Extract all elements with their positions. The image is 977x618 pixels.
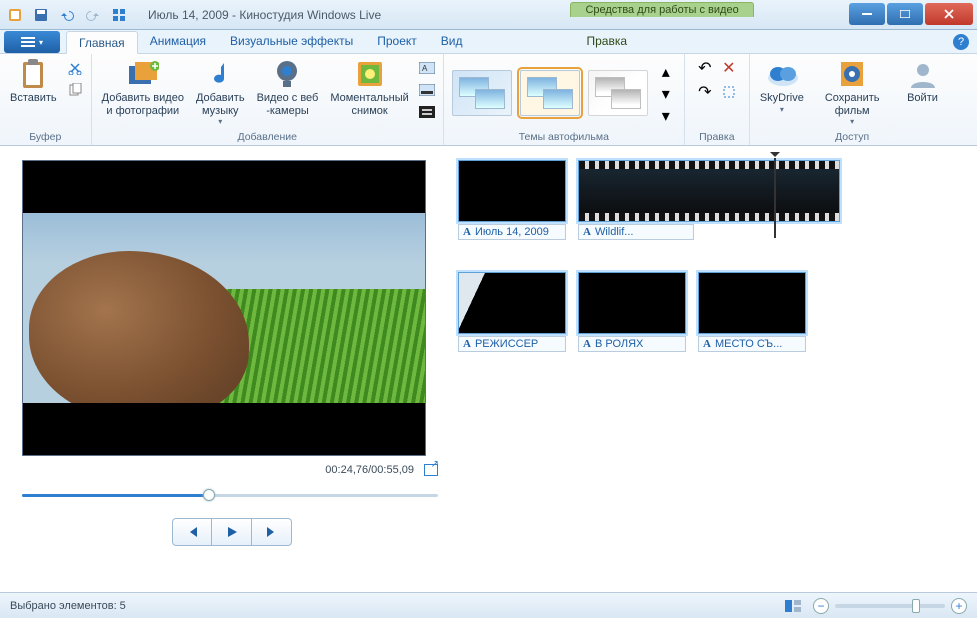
window-minimize-button[interactable] bbox=[849, 3, 885, 25]
zoom-in-button[interactable]: + bbox=[951, 598, 967, 614]
snapshot-button[interactable]: Моментальный снимок bbox=[326, 56, 412, 119]
fullscreen-icon[interactable] bbox=[424, 464, 438, 476]
ribbon-tabs: ▾ Главная Анимация Визуальные эффекты Пр… bbox=[0, 30, 977, 54]
add-title-icon[interactable]: A bbox=[417, 58, 437, 78]
clip-director[interactable]: AРЕЖИССЕР bbox=[458, 272, 566, 352]
tab-effects[interactable]: Визуальные эффекты bbox=[218, 30, 365, 53]
add-media-button[interactable]: Добавить видео и фотографии bbox=[98, 56, 188, 119]
clipboard-icon bbox=[17, 58, 49, 90]
theme-option-3[interactable] bbox=[588, 70, 648, 116]
qat-undo-icon[interactable] bbox=[56, 4, 78, 26]
clip-wildlife[interactable]: AWildlif... bbox=[578, 160, 840, 240]
ribbon: Вставить Буфер Добавить видео и фотограф… bbox=[0, 54, 977, 146]
music-note-icon bbox=[204, 58, 236, 90]
user-icon bbox=[907, 58, 939, 90]
timeline-playhead[interactable] bbox=[774, 158, 776, 238]
tab-view[interactable]: Вид bbox=[429, 30, 475, 53]
add-caption-icon[interactable] bbox=[417, 80, 437, 100]
titlebar: Июль 14, 2009 - Киностудия Windows Live … bbox=[0, 0, 977, 30]
clip-title[interactable]: AИюль 14, 2009 bbox=[458, 160, 566, 240]
workspace: 00:24,76/00:55,09 AИюль 14, 2009 AWildli… bbox=[0, 146, 977, 592]
next-frame-button[interactable] bbox=[252, 518, 292, 546]
preview-pane: 00:24,76/00:55,09 bbox=[0, 146, 452, 592]
seek-slider[interactable] bbox=[22, 486, 438, 504]
add-media-icon bbox=[127, 58, 159, 90]
zoom-control: − + bbox=[813, 598, 967, 614]
clip-location[interactable]: AМЕСТО СЪ... bbox=[698, 272, 806, 352]
storyboard[interactable]: AИюль 14, 2009 AWildlif... AРЕЖИССЕР AВ … bbox=[452, 146, 977, 592]
clip-row-2: AРЕЖИССЕР AВ РОЛЯХ AМЕСТО СЪ... bbox=[458, 272, 965, 352]
paste-button[interactable]: Вставить bbox=[6, 56, 61, 107]
window-close-button[interactable] bbox=[925, 3, 973, 25]
theme-option-1[interactable] bbox=[452, 70, 512, 116]
window-maximize-button[interactable] bbox=[887, 3, 923, 25]
save-movie-button[interactable]: Сохранить фильм▾ bbox=[821, 56, 884, 128]
group-share: SkyDrive▾ Сохранить фильм▾ Войти Доступ bbox=[750, 54, 955, 145]
theme-option-2[interactable] bbox=[520, 70, 580, 116]
prev-frame-button[interactable] bbox=[172, 518, 212, 546]
signin-button[interactable]: Войти bbox=[897, 56, 949, 107]
cut-icon[interactable] bbox=[65, 58, 85, 78]
themes-scroll-up-icon[interactable]: ▴ bbox=[656, 62, 676, 82]
skydrive-button[interactable]: SkyDrive▾ bbox=[756, 56, 808, 116]
add-music-button[interactable]: Добавить музыку▾ bbox=[192, 56, 249, 128]
add-credits-icon[interactable] bbox=[417, 102, 437, 122]
rotate-left-icon[interactable]: ↶ bbox=[695, 58, 715, 78]
snapshot-icon bbox=[354, 58, 386, 90]
svg-text:A: A bbox=[422, 64, 428, 73]
play-button[interactable] bbox=[212, 518, 252, 546]
window-title: Июль 14, 2009 - Киностудия Windows Live bbox=[134, 0, 395, 29]
qat-customize-icon[interactable] bbox=[108, 4, 130, 26]
status-bar: Выбрано элементов: 5 − + bbox=[0, 592, 977, 618]
delete-icon[interactable]: ✕ bbox=[719, 58, 739, 78]
themes-scroll-down-icon[interactable]: ▾ bbox=[656, 84, 676, 104]
select-all-icon[interactable] bbox=[719, 82, 739, 102]
contextual-tab-header: Средства для работы с видео bbox=[570, 0, 753, 29]
preview-player[interactable] bbox=[22, 160, 426, 456]
rotate-right-icon[interactable]: ↷ bbox=[695, 82, 715, 102]
group-themes: ▴ ▾ ▾ Темы автофильма bbox=[444, 54, 685, 145]
skydrive-icon bbox=[766, 58, 798, 90]
zoom-out-button[interactable]: − bbox=[813, 598, 829, 614]
tab-home[interactable]: Главная bbox=[66, 31, 138, 54]
selection-status: Выбрано элементов: 5 bbox=[10, 600, 126, 612]
group-add: Добавить видео и фотографии Добавить муз… bbox=[92, 54, 444, 145]
clip-cast[interactable]: AВ РОЛЯХ bbox=[578, 272, 686, 352]
qat-save-icon[interactable] bbox=[30, 4, 52, 26]
tab-edit-video[interactable]: Правка bbox=[562, 30, 651, 53]
tab-project[interactable]: Проект bbox=[365, 30, 429, 53]
group-edit: ↶✕ ↷ Правка bbox=[685, 54, 750, 145]
clip-row-1: AИюль 14, 2009 AWildlif... bbox=[458, 160, 965, 240]
copy-icon[interactable] bbox=[65, 80, 85, 100]
view-toggle-icon[interactable] bbox=[783, 596, 803, 616]
film-reel-icon bbox=[836, 58, 868, 90]
tab-animation[interactable]: Анимация bbox=[138, 30, 218, 53]
webcam-icon bbox=[271, 58, 303, 90]
group-buffer: Вставить Буфер bbox=[0, 54, 92, 145]
themes-expand-icon[interactable]: ▾ bbox=[656, 106, 676, 126]
qat-redo-icon[interactable] bbox=[82, 4, 104, 26]
zoom-slider[interactable] bbox=[835, 604, 945, 608]
time-display: 00:24,76/00:55,09 bbox=[325, 464, 414, 476]
help-icon[interactable]: ? bbox=[953, 34, 969, 50]
qat-app-icon[interactable] bbox=[4, 4, 26, 26]
file-menu-button[interactable]: ▾ bbox=[4, 31, 60, 53]
webcam-button[interactable]: Видео с веб -камеры bbox=[253, 56, 323, 119]
